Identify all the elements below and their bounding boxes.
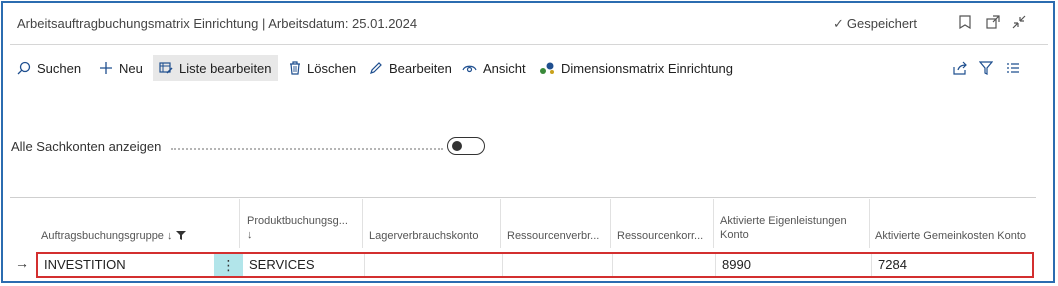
column-divider	[713, 199, 714, 248]
page-title: Arbeitsauftragbuchungsmatrix Einrichtung…	[17, 16, 418, 31]
column-divider	[500, 199, 501, 248]
search-label: Suchen	[37, 60, 82, 76]
dimensions-label: Dimensionsmatrix Einrichtung	[561, 60, 733, 76]
cell-aktivierte-eigenleistungen-konto[interactable]: 8990	[716, 254, 872, 276]
dimensions-matrix-button[interactable]: Dimensionsmatrix Einrichtung	[539, 57, 733, 79]
cell-aktivierte-gemeinkosten-konto[interactable]: 7284	[872, 254, 1032, 276]
col-header-aktivierte-eigenleistungen[interactable]: Aktivierte Eigenleistungen Konto	[720, 214, 847, 242]
delete-button[interactable]: Löschen	[289, 57, 356, 79]
list-view-icon[interactable]	[1003, 58, 1023, 78]
show-all-accounts-toggle[interactable]	[447, 137, 485, 155]
saved-status: ✓ Gespeichert	[833, 16, 917, 32]
trash-icon	[289, 61, 301, 75]
share-icon[interactable]	[950, 58, 970, 78]
col-label-konto: Konto	[720, 229, 749, 241]
eye-icon	[462, 62, 477, 74]
row-pointer-arrow-icon: →	[15, 255, 29, 271]
show-all-accounts-label: Alle Sachkonten anzeigen	[11, 139, 162, 154]
col-header-aktivierte-gemeinkosten[interactable]: Aktivierte Gemeinkosten Konto	[875, 229, 1026, 243]
column-divider	[610, 199, 611, 248]
edit-list-button[interactable]: Liste bearbeiten	[153, 55, 278, 81]
view-label: Ansicht	[483, 60, 526, 76]
new-label: Neu	[119, 60, 143, 76]
dimensions-icon	[539, 61, 555, 75]
edit-list-icon	[159, 61, 173, 75]
pencil-icon	[369, 61, 383, 75]
bookmark-icon[interactable]	[955, 12, 975, 32]
saved-label: Gespeichert	[846, 16, 917, 31]
title-bar: Arbeitsauftragbuchungsmatrix Einrichtung…	[3, 3, 1053, 41]
table-row[interactable]: INVESTITION ⋮ SERVICES 8990 7284	[36, 252, 1034, 278]
col-label-produktbuchungsgruppe: Produktbuchungsg...	[247, 215, 348, 227]
edit-label: Bearbeiten	[389, 60, 452, 76]
col-label-aktivierte-eigenleistungen: Aktivierte Eigenleistungen	[720, 215, 847, 227]
delete-label: Löschen	[307, 60, 357, 76]
cell-lagerverbrauchskonto[interactable]	[365, 254, 503, 276]
search-icon	[17, 61, 31, 75]
view-button[interactable]: Ansicht	[462, 57, 526, 79]
cell-ressourcenkorrektur[interactable]	[613, 254, 716, 276]
sort-arrow: ↓	[247, 229, 253, 241]
page-frame: Arbeitsauftragbuchungsmatrix Einrichtung…	[1, 1, 1055, 283]
column-divider	[869, 199, 870, 248]
cell-auftragsbuchungsgruppe[interactable]: INVESTITION	[38, 254, 214, 276]
col-header-ressourcenkorrektur[interactable]: Ressourcenkorr...	[617, 229, 703, 243]
new-button[interactable]: Neu	[99, 57, 143, 79]
plus-icon	[99, 61, 113, 75]
column-divider	[239, 199, 240, 248]
col-label-auftragsbuchungsgruppe: Auftragsbuchungsgruppe ↓	[41, 230, 173, 242]
header-divider	[10, 44, 1048, 45]
col-header-produktbuchungsgruppe[interactable]: Produktbuchungsg... ↓	[247, 214, 348, 242]
action-bar: Suchen Neu Liste bearbeiten Löschen Bear…	[3, 51, 1053, 83]
col-header-ressourcenverbrauch[interactable]: Ressourcenverbr...	[507, 229, 599, 243]
search-button[interactable]: Suchen	[17, 57, 81, 79]
cell-produktbuchungsgruppe[interactable]: SERVICES	[243, 254, 365, 276]
collapse-icon[interactable]	[1009, 12, 1029, 32]
cell-ressourcenverbrauch[interactable]	[503, 254, 613, 276]
filter-funnel-icon	[175, 230, 186, 242]
filter-icon[interactable]	[976, 58, 996, 78]
edit-list-label: Liste bearbeiten	[179, 60, 272, 76]
edit-button[interactable]: Bearbeiten	[369, 57, 452, 79]
toggle-knob	[452, 141, 462, 151]
open-in-new-window-icon[interactable]	[983, 12, 1003, 32]
checkmark-icon: ✓	[833, 16, 844, 31]
col-header-lagerverbrauchskonto[interactable]: Lagerverbrauchskonto	[369, 229, 478, 243]
row-menu-button[interactable]: ⋮	[214, 254, 243, 276]
grid-top-border	[10, 197, 1036, 198]
field-leader-dots	[171, 148, 443, 150]
col-header-auftragsbuchungsgruppe[interactable]: Auftragsbuchungsgruppe ↓	[41, 229, 186, 243]
column-divider	[362, 199, 363, 248]
